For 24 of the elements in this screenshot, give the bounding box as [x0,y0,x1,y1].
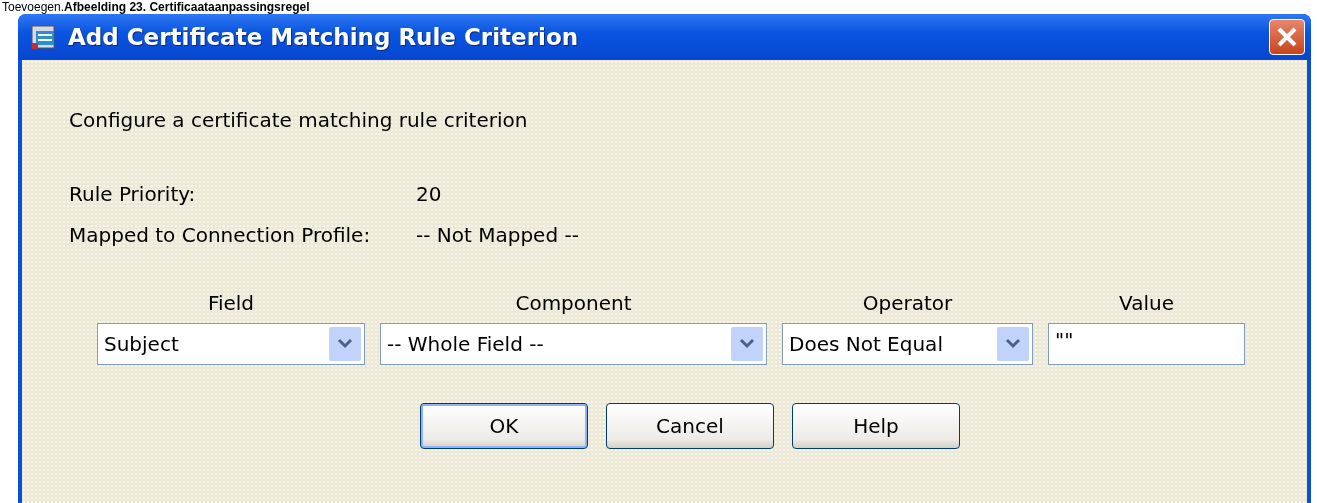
dialog-button[interactable]: Help [792,403,960,449]
close-button[interactable] [1269,19,1305,55]
column-heading: Component [514,291,633,315]
figure-caption: Toevoegen.Afbeelding 23. Certificaataanpassingsregel [1,0,311,14]
chevron-down-icon [1005,338,1021,350]
chevron-down-icon [337,338,353,350]
column-heading: Field [206,291,256,315]
dropdown[interactable]: Subject [97,323,365,365]
dropdown[interactable]: Does Not Equal [782,323,1033,365]
column-heading: Value [1118,291,1175,315]
dialog-button[interactable]: Cancel [606,403,774,449]
app-icon [30,23,58,51]
dialog-button[interactable]: OK [420,403,588,449]
info-label: Mapped to Connection Profile: [69,223,372,247]
column-heading: Operator [861,291,954,315]
info-value: -- Not Mapped -- [416,223,579,247]
value-field[interactable]: "" [1048,323,1245,365]
close-icon [1275,25,1299,49]
description-text: Configure a certificate matching rule criterion [69,108,529,132]
info-value: 20 [416,182,443,206]
window-title: Add Certificate Matching Rule Criterion [68,24,580,50]
chevron-down-icon [739,338,755,350]
dropdown[interactable]: -- Whole Field -- [380,323,767,365]
info-label: Rule Priority: [69,182,197,206]
